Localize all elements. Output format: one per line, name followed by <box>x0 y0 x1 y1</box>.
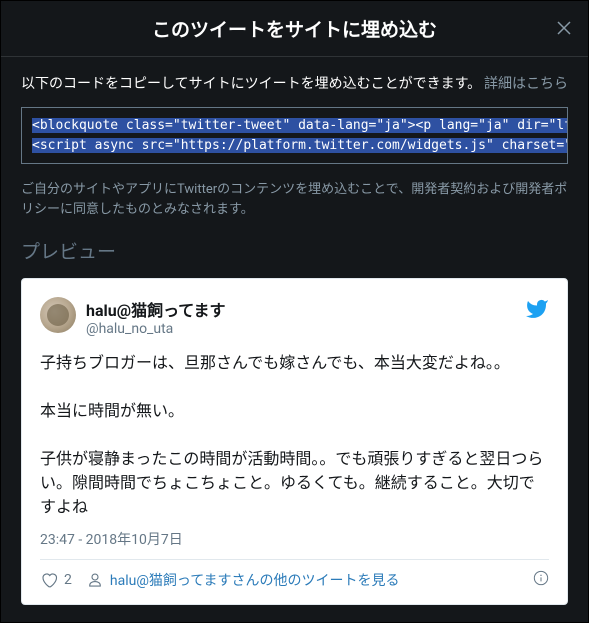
details-link[interactable]: 詳細はこちら <box>484 73 568 93</box>
dev-agreement-link[interactable]: 開発者契約 <box>411 182 476 197</box>
like-count: 2 <box>64 572 72 588</box>
close-icon <box>556 20 572 36</box>
instruction-text: 以下のコードをコピーしてサイトにツイートを埋め込むことができます。 <box>21 73 481 93</box>
like-button[interactable]: 2 <box>40 571 72 589</box>
modal-header: このツイートをサイトに埋め込む <box>1 1 588 57</box>
modal-content: 以下のコードをコピーしてサイトにツイートを埋め込むことができます。 詳細はこちら… <box>1 57 588 621</box>
more-tweets-link[interactable]: halu@猫飼ってますさんの他のツイートを見る <box>86 570 519 590</box>
heart-icon <box>40 571 58 589</box>
info-button[interactable] <box>533 570 549 590</box>
code-line-2: <script async src="https://platform.twit… <box>32 136 557 156</box>
avatar[interactable] <box>40 297 76 333</box>
tweet-footer: 2 halu@猫飼ってますさんの他のツイートを見る <box>40 559 549 590</box>
tweet-text: 子持ちブロガーは、旦那さんでも嫁さんでも、本当大変だよね。。 本当に時間が無い。… <box>40 351 549 519</box>
display-name: halu@猫飼ってます <box>86 297 525 321</box>
screen-name: @halu_no_uta <box>86 321 525 337</box>
disclaimer-text: ご自分のサイトやアプリにTwitterのコンテンツを埋め込むことで、開発者契約お… <box>21 180 568 219</box>
tweet-header: halu@猫飼ってます @halu_no_uta <box>40 297 549 337</box>
person-icon <box>86 571 104 589</box>
instruction-row: 以下のコードをコピーしてサイトにツイートを埋め込むことができます。 詳細はこちら <box>21 73 568 93</box>
tweet-preview-card: halu@猫飼ってます @halu_no_uta 子持ちブロガーは、旦那さんでも… <box>21 278 568 605</box>
embed-code-box[interactable]: <blockquote class="twitter-tweet" data-l… <box>21 107 568 164</box>
modal-title: このツイートをサイトに埋め込む <box>152 15 437 42</box>
code-line-1: <blockquote class="twitter-tweet" data-l… <box>32 116 557 136</box>
user-info[interactable]: halu@猫飼ってます @halu_no_uta <box>86 297 525 337</box>
info-icon <box>533 570 549 586</box>
embed-modal: このツイートをサイトに埋め込む 以下のコードをコピーしてサイトにツイートを埋め込… <box>0 0 589 623</box>
preview-label: プレビュー <box>21 237 568 264</box>
twitter-logo-icon[interactable] <box>525 297 549 325</box>
tweet-timestamp[interactable]: 23:47 - 2018年10月7日 <box>40 529 549 549</box>
close-button[interactable] <box>556 19 572 39</box>
